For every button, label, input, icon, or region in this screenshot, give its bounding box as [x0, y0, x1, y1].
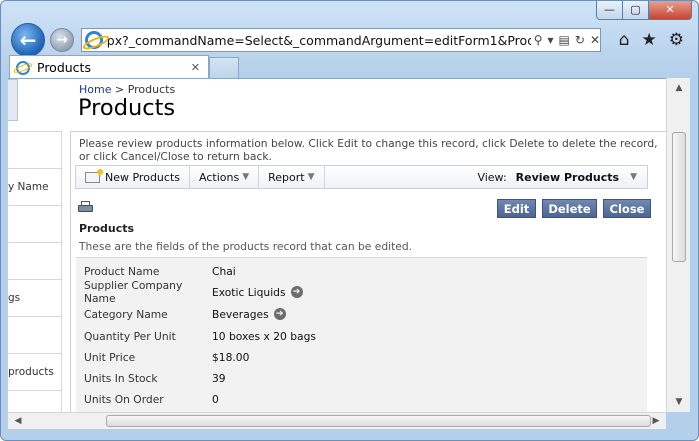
side-menu-item[interactable]	[8, 317, 61, 354]
browser-tools: ⌂ ★ ⚙	[619, 30, 684, 50]
stop-icon[interactable]: ✕	[590, 33, 600, 47]
tab-title: Products	[37, 60, 91, 75]
page-title: Products	[78, 95, 176, 121]
forward-button[interactable]: →	[50, 28, 74, 52]
side-menu-item[interactable]	[8, 132, 61, 169]
edit-button[interactable]: Edit	[497, 199, 536, 218]
search-icon[interactable]: ⚲	[534, 33, 543, 47]
tab-strip: Products ✕	[9, 55, 239, 79]
side-menu-list: y Name gs products	[8, 131, 62, 412]
view-selector[interactable]: View: Review Products ▼	[477, 171, 647, 184]
window-controls: — ▢ ✕	[596, 1, 692, 20]
scroll-thumb[interactable]	[106, 415, 651, 427]
scroll-right-icon[interactable]: ▶	[648, 413, 664, 429]
field-value: 10 boxes x 20 bags	[212, 329, 316, 343]
tab-products[interactable]: Products ✕	[9, 55, 209, 79]
ie-logo-icon	[16, 60, 30, 75]
field-row: Product Name Chai	[84, 261, 236, 281]
ie-logo-icon	[85, 31, 103, 49]
favorites-star-icon[interactable]: ★	[642, 30, 657, 50]
chevron-down-icon: ▼	[307, 172, 315, 182]
close-button[interactable]: Close	[603, 199, 651, 218]
scroll-down-icon[interactable]: ▼	[671, 394, 687, 410]
field-value: Chai	[212, 264, 236, 278]
close-window-button[interactable]: ✕	[648, 1, 692, 20]
side-menu-item[interactable]: products	[8, 354, 61, 391]
chevron-down-icon: ▼	[630, 172, 637, 182]
field-label: Units In Stock	[84, 371, 158, 385]
field-value: Beverages ➔	[212, 308, 286, 321]
field-label: Supplier Company Name	[84, 279, 183, 305]
url-text[interactable]: px?_commandName=Select&_commandArgument=…	[107, 33, 531, 48]
page-viewport: y Name gs products Home > Products Produ…	[8, 78, 666, 412]
form-buttons: Edit Delete Close	[497, 199, 651, 218]
field-row: Units In Stock 39	[84, 368, 226, 388]
new-tab-button[interactable]	[209, 57, 239, 79]
field-label: Units On Order	[84, 392, 164, 406]
field-row: Units On Order 0	[84, 389, 219, 409]
section-title: Products	[79, 222, 135, 235]
field-label: Quantity Per Unit	[84, 329, 176, 343]
field-value: Exotic Liquids ➔	[212, 286, 303, 299]
side-menu-item[interactable]: gs	[8, 280, 61, 317]
minimize-button[interactable]: —	[596, 1, 623, 20]
compatibility-icon[interactable]: ▤	[559, 33, 570, 47]
horizontal-scrollbar[interactable]: ◀ ▶	[8, 412, 666, 429]
form-container: Please review products information below…	[70, 131, 666, 412]
form-description: Please review products information below…	[79, 137, 658, 163]
field-row: Supplier Company Name Exotic Liquids ➔	[84, 279, 303, 305]
dropdown-icon[interactable]: ▾	[548, 33, 554, 47]
actions-menu[interactable]: Actions ▼	[190, 166, 260, 188]
close-tab-icon[interactable]: ✕	[191, 61, 200, 74]
new-record-icon	[85, 168, 103, 183]
actions-label: Actions	[199, 170, 240, 184]
field-row: Category Name Beverages ➔	[84, 304, 286, 324]
new-products-button[interactable]: New Products	[76, 166, 190, 188]
scroll-thumb[interactable]	[672, 132, 686, 262]
section-description: These are the fields of the products rec…	[79, 240, 413, 253]
side-menu-item[interactable]	[8, 243, 61, 280]
go-to-link-icon[interactable]: ➔	[290, 286, 303, 298]
field-value: $18.00	[212, 350, 250, 364]
print-icon[interactable]	[78, 201, 93, 214]
field-value: 39	[212, 371, 226, 385]
home-icon[interactable]: ⌂	[619, 30, 630, 50]
arrow-left-icon: ←	[19, 28, 37, 52]
go-to-link-icon[interactable]: ➔	[273, 308, 286, 320]
arrow-right-icon: →	[56, 32, 68, 48]
side-menu-header	[8, 79, 18, 121]
view-value: Review Products	[515, 170, 620, 184]
scroll-left-icon[interactable]: ◀	[10, 413, 26, 429]
fields-panel: Product Name Chai Supplier Company Name …	[76, 257, 647, 412]
maximize-button[interactable]: ▢	[622, 1, 649, 20]
refresh-icon[interactable]: ↻	[575, 33, 585, 47]
field-value: 0	[212, 392, 219, 406]
chevron-down-icon: ▼	[242, 172, 250, 182]
side-menu: y Name gs products	[8, 79, 62, 412]
address-bar[interactable]: px?_commandName=Select&_commandArgument=…	[81, 28, 601, 52]
scroll-up-icon[interactable]: ▲	[671, 80, 687, 96]
field-label: Category Name	[84, 307, 168, 321]
settings-gear-icon[interactable]: ⚙	[669, 30, 684, 50]
field-label: Product Name	[84, 264, 160, 278]
action-toolbar: New Products Actions ▼ Report ▼ View: Re…	[75, 165, 648, 189]
report-menu[interactable]: Report ▼	[259, 166, 325, 188]
field-label: Unit Price	[84, 350, 136, 364]
new-products-label: New Products	[105, 170, 180, 184]
vertical-scrollbar[interactable]: ▲ ▼	[666, 78, 690, 412]
side-menu-item[interactable]: y Name	[8, 169, 61, 206]
field-row: Unit Price $18.00	[84, 347, 249, 367]
field-row: Quantity Per Unit 10 boxes x 20 bags	[84, 326, 316, 346]
view-label: View:	[477, 170, 507, 184]
back-button[interactable]: ←	[11, 23, 45, 57]
delete-button[interactable]: Delete	[542, 199, 597, 218]
report-label: Report	[268, 170, 305, 184]
side-menu-item[interactable]	[8, 206, 61, 243]
